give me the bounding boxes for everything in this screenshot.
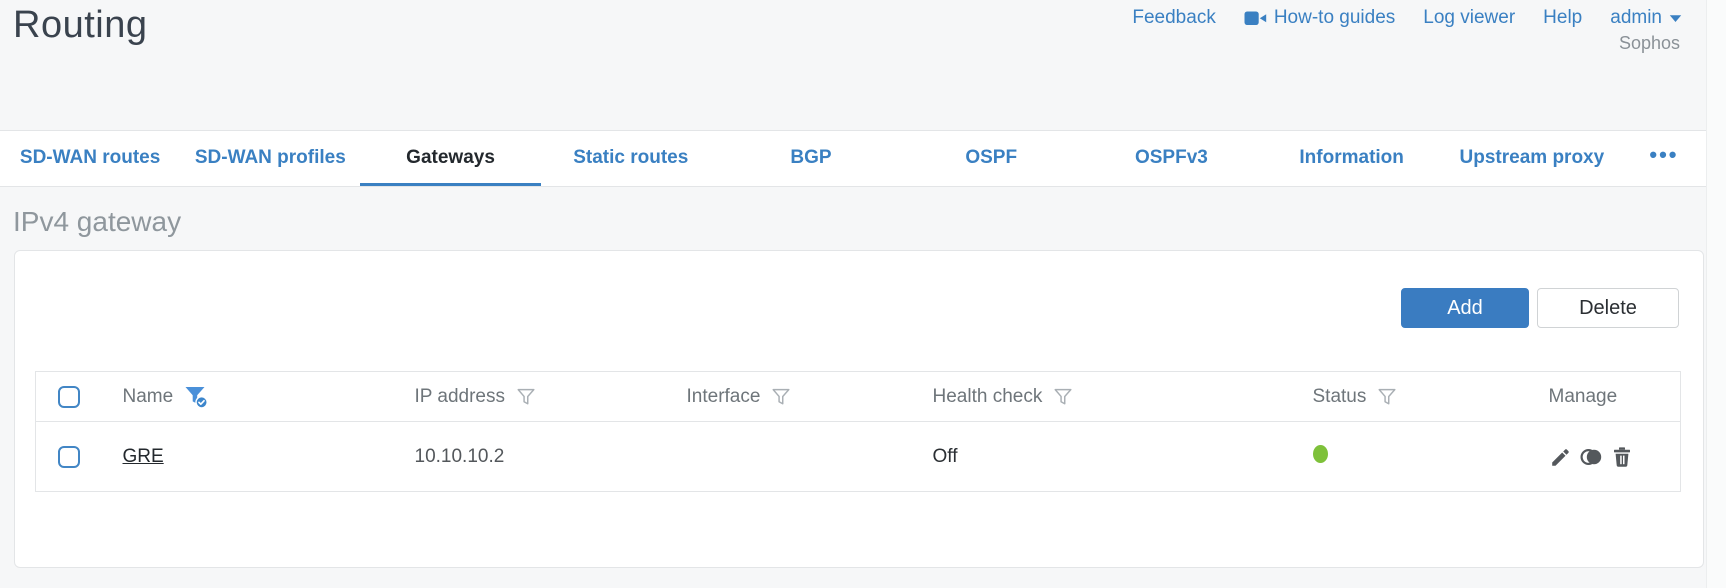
- feedback-link[interactable]: Feedback: [1132, 7, 1215, 29]
- delete-row-icon[interactable]: [1610, 445, 1634, 469]
- top-bar: Routing Feedback How-to guides Log viewe…: [0, 0, 1706, 130]
- status-filter-icon[interactable]: [1376, 386, 1398, 408]
- gateway-name-link[interactable]: GRE: [123, 446, 164, 467]
- more-tabs-button[interactable]: •••: [1622, 131, 1706, 186]
- column-header-status: Status: [1312, 385, 1367, 407]
- how-to-guides-link[interactable]: How-to guides: [1244, 7, 1395, 29]
- log-viewer-link[interactable]: Log viewer: [1423, 7, 1515, 29]
- tab-sd-wan-profiles[interactable]: SD-WAN profiles: [180, 131, 360, 186]
- content-area: IPv4 gateway Add Delete Name IP address …: [0, 187, 1706, 568]
- admin-menu[interactable]: admin: [1610, 7, 1682, 29]
- column-header-manage: Manage: [1548, 385, 1618, 407]
- table-header-row: Name IP address Interface Health check S…: [36, 372, 1681, 422]
- select-all-checkbox[interactable]: [58, 385, 80, 408]
- ip-address-filter-icon[interactable]: [515, 386, 537, 408]
- tab-static-routes[interactable]: Static routes: [541, 131, 721, 186]
- add-button[interactable]: Add: [1401, 288, 1529, 328]
- toolbar: Add Delete: [35, 288, 1679, 328]
- tab-bar: SD-WAN routes SD-WAN profiles Gateways S…: [0, 130, 1706, 187]
- top-nav: Feedback How-to guides Log viewer Help a…: [1132, 7, 1682, 29]
- column-header-interface: Interface: [686, 385, 761, 407]
- caret-down-icon: [1669, 14, 1682, 23]
- tab-bgp[interactable]: BGP: [721, 131, 901, 186]
- column-header-name: Name: [122, 385, 174, 407]
- tab-gateways[interactable]: Gateways: [360, 131, 541, 186]
- status-up-indicator: [1312, 444, 1328, 463]
- tab-ospf[interactable]: OSPF: [901, 131, 1081, 186]
- tab-information[interactable]: Information: [1262, 131, 1442, 186]
- row-checkbox[interactable]: [58, 445, 80, 468]
- tab-sd-wan-routes[interactable]: SD-WAN routes: [0, 131, 180, 186]
- table-row: GRE 10.10.10.2 Off: [35, 421, 1681, 492]
- section-heading: IPv4 gateway: [13, 206, 182, 237]
- ip-address-cell: 10.10.10.2: [414, 445, 505, 467]
- column-header-ip-address: IP address: [414, 385, 505, 407]
- name-filter-active-icon[interactable]: [183, 384, 209, 409]
- gateway-table: Name IP address Interface Health check S…: [35, 371, 1681, 492]
- page-title: Routing: [13, 4, 148, 46]
- health-check-filter-icon[interactable]: [1052, 386, 1074, 408]
- edit-icon[interactable]: [1549, 445, 1573, 469]
- interface-cell: [662, 422, 908, 492]
- delete-button[interactable]: Delete: [1537, 288, 1679, 328]
- viewport-scroll-track[interactable]: [1706, 0, 1726, 588]
- brand-label: Sophos: [1618, 33, 1680, 53]
- clone-icon[interactable]: [1579, 445, 1604, 469]
- tab-upstream-proxy[interactable]: Upstream proxy: [1442, 131, 1622, 186]
- tab-ospfv3[interactable]: OSPFv3: [1081, 131, 1261, 186]
- health-check-cell: Off: [932, 445, 958, 467]
- help-link[interactable]: Help: [1543, 7, 1582, 29]
- interface-filter-icon[interactable]: [770, 386, 792, 408]
- column-header-health-check: Health check: [932, 385, 1043, 407]
- video-camera-icon: [1244, 10, 1267, 27]
- ipv4-gateway-card: Add Delete Name IP address Interface Hea…: [14, 250, 1704, 568]
